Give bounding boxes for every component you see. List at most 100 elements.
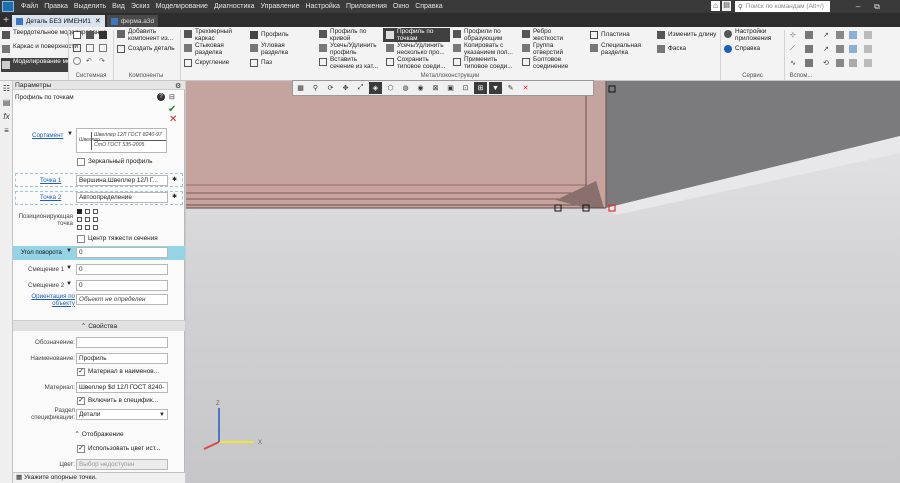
create-part-button[interactable]: Создать деталь bbox=[128, 45, 175, 53]
apply-joint-button[interactable]: Применить типовое соеди... bbox=[464, 56, 519, 70]
point1-marker-icon[interactable]: ✱ bbox=[172, 176, 177, 183]
pan-icon[interactable]: ✥ bbox=[339, 82, 352, 94]
aux-surface-icon[interactable] bbox=[805, 59, 813, 67]
redo-icon[interactable]: ↷ bbox=[99, 57, 107, 65]
aux-curve-icon[interactable]: ∿ bbox=[790, 59, 798, 67]
paste-icon[interactable] bbox=[86, 44, 94, 52]
filter-icon[interactable]: ▼ bbox=[489, 82, 502, 94]
insert-section-button[interactable]: Вставить сечение из кат... bbox=[330, 56, 382, 70]
grid-icon[interactable]: ▦ bbox=[294, 82, 307, 94]
save-icon[interactable] bbox=[99, 31, 107, 39]
profiles-by-generators-button[interactable]: Профили по образующим bbox=[464, 28, 516, 42]
3d-viewport[interactable]: X Z bbox=[186, 81, 900, 483]
variables-fx-icon[interactable]: fx bbox=[2, 112, 11, 121]
hole-group-button[interactable]: Группа отверстий bbox=[533, 42, 578, 56]
point1-field[interactable]: Вершина.Швеллер 12Л Г... bbox=[76, 175, 168, 186]
check-icon[interactable] bbox=[849, 45, 857, 53]
point1-link[interactable]: Точка 1 bbox=[40, 177, 61, 184]
point2-field[interactable]: Автоопределение bbox=[76, 192, 168, 203]
model-canvas[interactable]: X Z bbox=[186, 81, 900, 483]
report-icon[interactable] bbox=[849, 59, 857, 67]
dimension-icon[interactable]: ↗ bbox=[823, 45, 831, 53]
shift1-input[interactable]: 0 bbox=[76, 264, 168, 275]
change-length-button[interactable]: Изменить длину bbox=[668, 31, 716, 39]
mirror-profile-checkbox[interactable] bbox=[77, 158, 85, 166]
stiffener-button[interactable]: Ребро жесткости bbox=[533, 28, 578, 42]
menu-control[interactable]: Управление bbox=[258, 3, 303, 10]
mcs-icon[interactable] bbox=[836, 31, 844, 39]
menu-file[interactable]: Файл bbox=[18, 3, 41, 10]
angle-input[interactable]: 0 bbox=[76, 247, 168, 258]
sortament-box[interactable]: Швеллер Швеллер 12Л ГОСТ 8240-97 СтО ГОС… bbox=[76, 128, 167, 153]
sortament-link[interactable]: Сортамент bbox=[32, 132, 63, 139]
name-input[interactable]: Профиль bbox=[76, 353, 168, 364]
extra-icon[interactable] bbox=[864, 31, 872, 39]
trim-extend-button[interactable]: Усечь/Удлинить профиль bbox=[330, 42, 382, 56]
add-component-button[interactable]: Добавить компонент из... bbox=[128, 28, 178, 42]
angle-dropdown-icon[interactable]: ▼ bbox=[66, 248, 72, 254]
corner-cut-button[interactable]: Угловая разделка bbox=[261, 42, 311, 56]
help-button[interactable]: Справка bbox=[735, 45, 760, 53]
layers-icon[interactable]: ≡ bbox=[2, 126, 11, 135]
spec-section-select[interactable]: Детали ▼ bbox=[76, 409, 168, 420]
copy-with-placement-button[interactable]: Копировать с указанием пол... bbox=[464, 42, 519, 56]
section-icon[interactable] bbox=[849, 31, 857, 39]
orientation-link[interactable]: Ориентация по объекту bbox=[21, 293, 75, 307]
fillet-button[interactable]: Скругление bbox=[195, 59, 229, 67]
perspective-icon[interactable]: ⊡ bbox=[459, 82, 472, 94]
butt-cut-button[interactable]: Стыковая разделка bbox=[195, 42, 250, 56]
book-icon[interactable]: ▤ bbox=[722, 1, 731, 11]
orientation-icon[interactable]: ⤢ bbox=[354, 82, 367, 94]
cancel-close-icon[interactable]: ✕ bbox=[169, 115, 179, 125]
hidden-lines-icon[interactable]: ◍ bbox=[399, 82, 412, 94]
menu-apps[interactable]: Приложения bbox=[343, 3, 390, 10]
restore-button[interactable]: ⧉ bbox=[868, 0, 886, 13]
material-in-name-checkbox[interactable]: ✓ bbox=[77, 368, 85, 376]
position-point-grid[interactable] bbox=[77, 209, 98, 230]
minimize-button[interactable]: – bbox=[849, 0, 867, 13]
menu-help[interactable]: Справка bbox=[412, 3, 445, 10]
panel-settings-icon[interactable]: ⚙ bbox=[175, 82, 181, 90]
special-cut-button[interactable]: Специальная разделка bbox=[601, 42, 646, 56]
new-file-icon[interactable] bbox=[73, 31, 81, 39]
aux-cs-icon[interactable] bbox=[805, 45, 813, 53]
rotate-icon[interactable]: ⟳ bbox=[324, 82, 337, 94]
tab-document-2[interactable]: ферма.a3d bbox=[106, 15, 159, 27]
properties-section-header[interactable]: ⌃ Свойства bbox=[13, 320, 185, 331]
profile-by-curve-button[interactable]: Профиль по кривой bbox=[330, 28, 382, 42]
app-settings-button[interactable]: Настройки приложения bbox=[735, 28, 780, 42]
print-icon[interactable] bbox=[73, 57, 81, 65]
copy-icon[interactable] bbox=[73, 44, 81, 52]
tree-icon[interactable]: ☷ bbox=[2, 84, 11, 93]
snap-icon[interactable]: ⊞ bbox=[474, 82, 487, 94]
point2-marker-icon[interactable]: ✱ bbox=[172, 193, 177, 200]
menu-view[interactable]: Вид bbox=[109, 3, 128, 10]
shift1-dropdown-icon[interactable]: ▼ bbox=[66, 265, 72, 271]
menu-select[interactable]: Выделить bbox=[71, 3, 109, 10]
close-red-icon[interactable]: ✕ bbox=[519, 82, 532, 94]
menu-window[interactable]: Окно bbox=[390, 3, 412, 10]
aux-point-icon[interactable]: ⊹ bbox=[790, 31, 798, 39]
save-joint-button[interactable]: Сохранить типовое соеди... bbox=[397, 56, 452, 70]
designation-input[interactable] bbox=[76, 337, 168, 348]
tab-document-1[interactable]: Деталь БЕЗ ИМЕНИ1 ✕ bbox=[12, 15, 105, 27]
designation-icon[interactable]: ⟲ bbox=[823, 59, 831, 67]
use-source-color-checkbox[interactable]: ✓ bbox=[77, 445, 85, 453]
aux-axis-icon[interactable] bbox=[805, 31, 813, 39]
display-section-header[interactable]: ⌃ Отображение bbox=[13, 429, 185, 440]
camera-icon[interactable]: ▣ bbox=[444, 82, 457, 94]
menu-edit[interactable]: Правка bbox=[41, 3, 71, 10]
extra-icon-3[interactable] bbox=[864, 59, 872, 67]
command-search-input[interactable]: ⚲ Поиск по командам (Alt+/) bbox=[735, 1, 830, 12]
slot-button[interactable]: Паз bbox=[261, 59, 272, 67]
plate-button[interactable]: Пластина bbox=[601, 31, 630, 39]
wireframe-icon[interactable]: ⬡ bbox=[384, 82, 397, 94]
include-spec-checkbox[interactable]: ✓ bbox=[77, 397, 85, 405]
menu-settings[interactable]: Настройка bbox=[302, 3, 342, 10]
pin-icon[interactable]: ⊟ bbox=[169, 93, 175, 101]
analyze-icon[interactable] bbox=[836, 59, 844, 67]
orientation-field[interactable]: Объект не определен bbox=[76, 294, 168, 305]
help-circle-icon[interactable]: ? bbox=[157, 93, 165, 101]
point2-link[interactable]: Точка 2 bbox=[40, 194, 61, 201]
gravity-center-checkbox[interactable] bbox=[77, 235, 85, 243]
